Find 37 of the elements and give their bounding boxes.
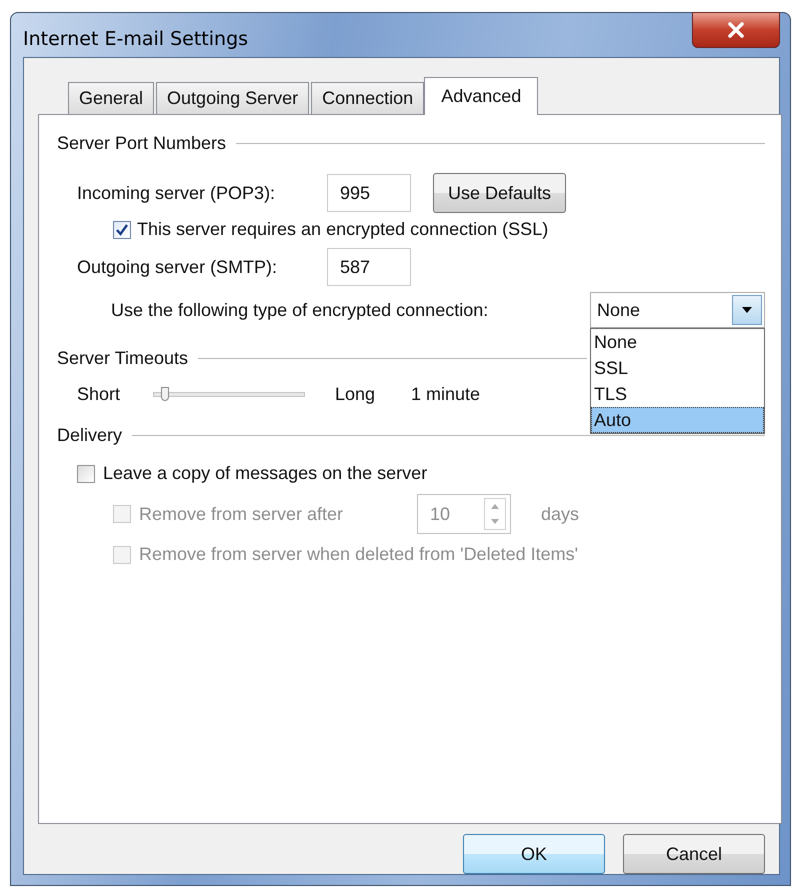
tab[interactable]: Advanced [424, 77, 538, 115]
field-label: Outgoing server (SMTP): [77, 256, 278, 278]
checkbox[interactable] [77, 464, 95, 482]
dropdown-option[interactable]: SSL [591, 355, 764, 381]
close-button[interactable] [692, 12, 780, 48]
tab[interactable]: Outgoing Server [156, 82, 310, 114]
slider-min-label: Short [77, 384, 122, 405]
slider-thumb[interactable] [160, 387, 168, 401]
checkbox-label: Remove from server after [139, 504, 344, 524]
port-field[interactable]: 995 [327, 174, 411, 212]
group-title: Server Port Numbers [57, 132, 226, 154]
group-title: Delivery [57, 424, 122, 446]
tab[interactable]: General [68, 82, 154, 114]
caret-icon [742, 307, 752, 313]
window-title: Internet E-mail Settings [23, 27, 248, 50]
checkbox-label: Remove from server when deleted from 'Deleted Items' [139, 544, 578, 565]
dialog-button[interactable]: Cancel [623, 834, 765, 874]
up-arrow-icon [491, 504, 499, 509]
checkbox-label: Leave a copy of messages on the server [103, 463, 428, 484]
unit-label: days [541, 504, 580, 524]
field-label: Incoming server (POP3): [77, 182, 276, 204]
encryption-dropdown[interactable]: None [590, 292, 765, 328]
slider-max-label: Long [335, 384, 376, 405]
dialog-button[interactable]: OK [463, 834, 605, 874]
field-label: Use the following type of encrypted connection: [111, 300, 490, 320]
down-arrow-icon [491, 519, 499, 524]
use-defaults-button[interactable]: Use Defaults [433, 173, 566, 213]
port-field[interactable]: 587 [327, 248, 411, 286]
tab[interactable]: Connection [311, 82, 424, 114]
timeout-value: 1 minute [411, 384, 480, 405]
dropdown-option[interactable]: None [591, 329, 764, 355]
dropdown-option[interactable]: Auto [591, 407, 764, 433]
checkbox[interactable] [113, 220, 131, 238]
dropdown-option[interactable]: TLS [591, 381, 764, 407]
close-icon [727, 22, 745, 38]
group-title: Server Timeouts [57, 348, 188, 368]
checkbox-label: This server requires an encrypted connection (SSL) [137, 219, 548, 240]
